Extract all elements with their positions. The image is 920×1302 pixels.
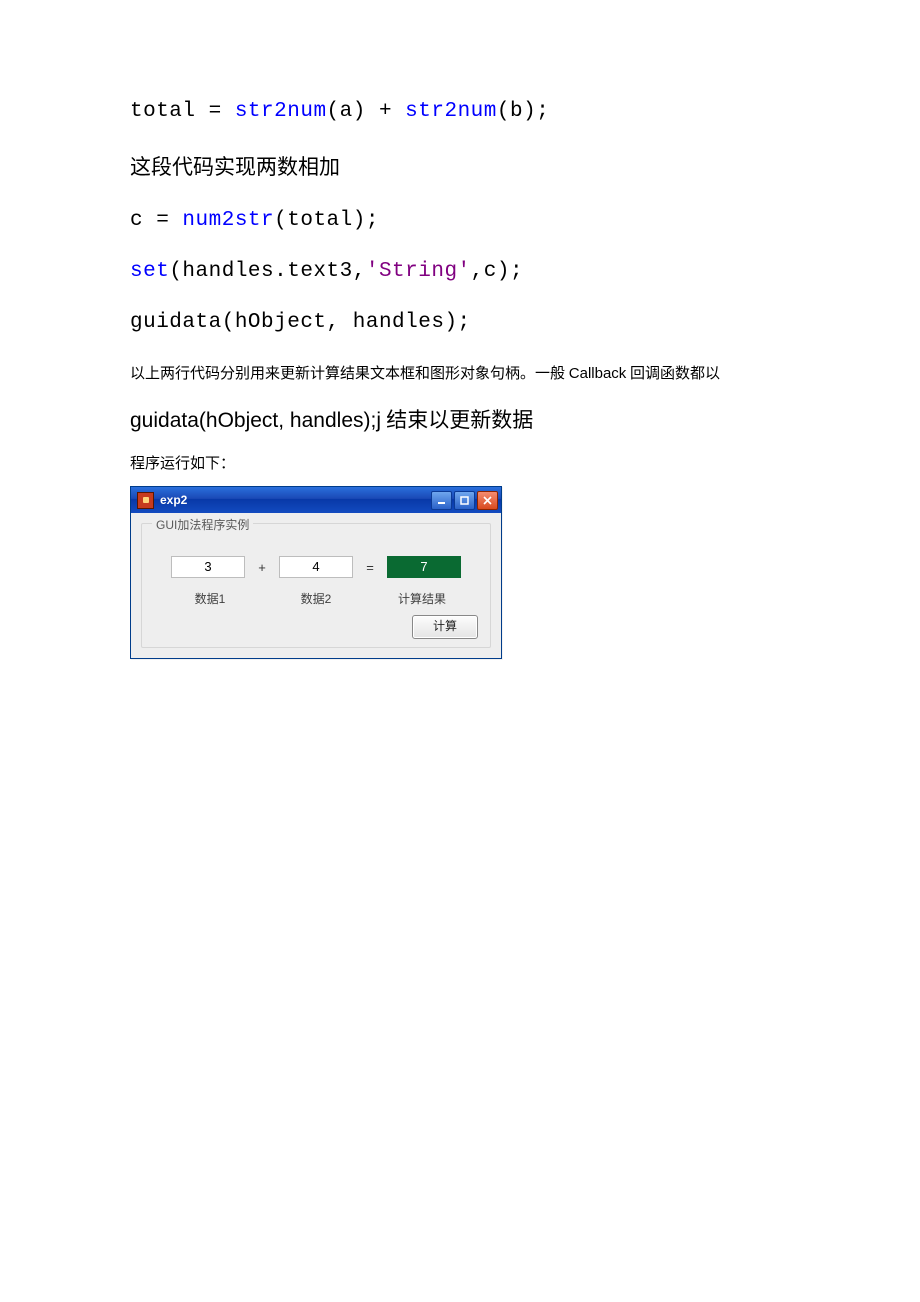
label-data1: 数据1 [174,590,246,607]
group-box: GUI加法程序实例 3 + 4 = 7 数据1 数据2 计算结果 计算 [141,523,491,648]
close-icon [483,496,492,505]
minimize-icon [437,496,446,505]
close-button[interactable] [477,491,498,510]
explain-text: 回调函数都以 [626,366,720,382]
code-func: set [130,260,169,283]
document-page: total = str2num(a) + str2num(b); 这段代码实现两… [0,0,920,709]
explain-text: 结束以更新数据 [381,408,533,432]
code-line-4: guidata(hObject, handles); [130,311,790,334]
input-data2[interactable]: 4 [279,556,353,578]
window-title: exp2 [160,493,431,507]
labels-row: 数据1 数据2 计算结果 [150,590,482,607]
explanation-line-1: 以上两行代码分别用来更新计算结果文本框和图形对象句柄。一般 Callback 回… [130,362,790,386]
button-row: 计算 [150,615,482,639]
code-line-3: set(handles.text3,'String',c); [130,260,790,283]
label-data2: 数据2 [280,590,352,607]
window-client: GUI加法程序实例 3 + 4 = 7 数据1 数据2 计算结果 计算 [131,513,501,658]
code-func: str2num [235,100,327,123]
code-text: guidata(hObject, handles); [130,311,471,334]
label-gap [364,590,374,607]
code-func: num2str [182,209,274,232]
code-text: (total); [274,209,379,232]
result-output: 7 [387,556,461,578]
maximize-icon [460,496,469,505]
label-gap [258,590,268,607]
code-text: c = [130,209,182,232]
code-text: ,c); [471,260,523,283]
window-buttons [431,491,498,510]
maximize-button[interactable] [454,491,475,510]
explanation-line-2: guidata(hObject, handles);j 结束以更新数据 [130,404,790,434]
code-text: total = [130,100,235,123]
calculate-button[interactable]: 计算 [412,615,478,639]
code-text: (b); [497,100,549,123]
explain-code: guidata(hObject, handles);j [130,409,381,432]
gui-window: exp2 GUI加法程序实例 3 + 4 = [130,486,502,659]
code-func: str2num [405,100,497,123]
explain-text: 以上两行代码分别用来更新计算结果文本框和图形对象句柄。一般 [130,366,569,382]
explain-text: Callback [569,365,627,382]
minimize-button[interactable] [431,491,452,510]
titlebar[interactable]: exp2 [131,487,501,513]
label-result: 计算结果 [386,590,458,607]
run-label: 程序运行如下： [130,452,790,476]
code-line-1: total = str2num(a) + str2num(b); [130,100,790,123]
inputs-row: 3 + 4 = 7 [150,556,482,578]
code-text: (a) + [327,100,406,123]
group-label: GUI加法程序实例 [152,516,253,533]
code-comment: 这段代码实现两数相加 [130,151,790,181]
app-icon [137,492,154,509]
equals-label: = [365,560,375,575]
code-line-2: c = num2str(total); [130,209,790,232]
input-data1[interactable]: 3 [171,556,245,578]
code-text: (handles.text3, [169,260,366,283]
code-string: 'String' [366,260,471,283]
plus-label: + [257,560,267,575]
